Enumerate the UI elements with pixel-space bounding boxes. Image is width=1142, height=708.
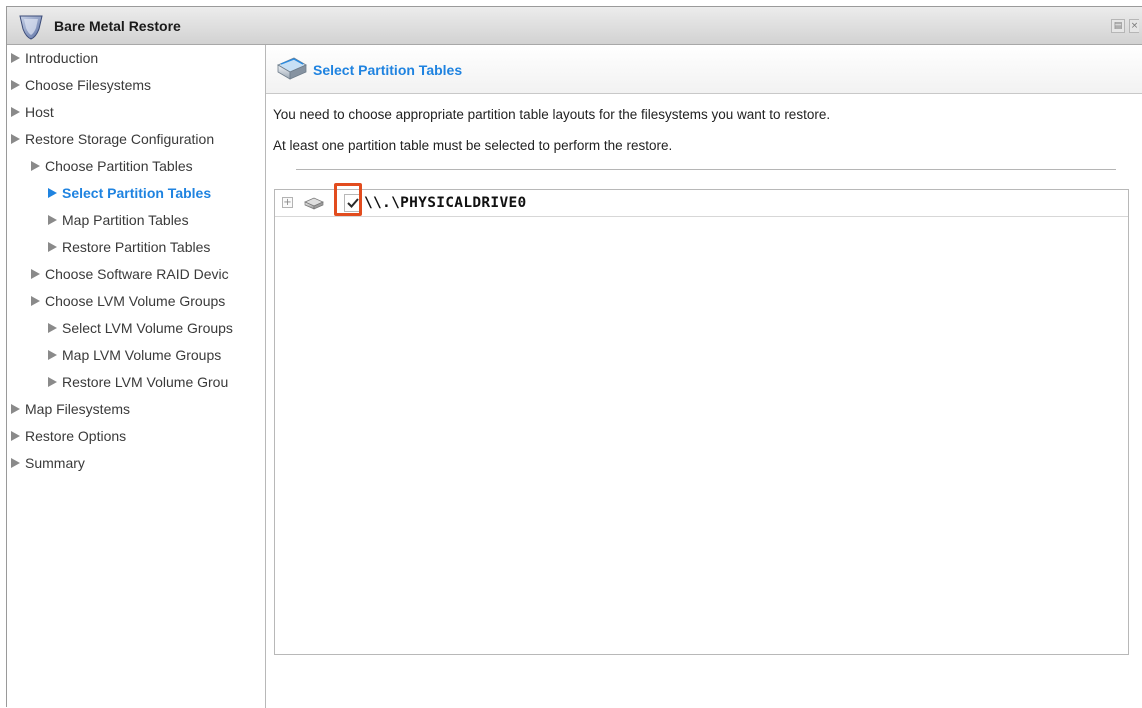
sidebar-item-label: Choose Filesystems [25, 77, 152, 93]
triangle-right-icon [48, 242, 57, 252]
triangle-right-icon [31, 161, 40, 171]
sidebar-item-label: Select LVM Volume Groups [62, 320, 233, 336]
shield-icon [17, 12, 45, 40]
sidebar-item[interactable]: Summary [11, 454, 262, 472]
triangle-right-icon [48, 350, 57, 360]
sidebar-item-label: Choose LVM Volume Groups [45, 293, 226, 309]
sidebar-item-label: Restore Storage Configuration [25, 131, 215, 147]
window-title: Bare Metal Restore [54, 18, 181, 34]
sidebar-item-label: Restore Options [25, 428, 127, 444]
sidebar-item[interactable]: Host [11, 103, 262, 121]
triangle-right-icon [11, 134, 20, 144]
triangle-right-icon [11, 431, 20, 441]
sidebar-item[interactable]: Select Partition Tables [48, 184, 262, 202]
description-line-1: You need to choose appropriate partition… [273, 107, 831, 122]
triangle-right-icon [31, 296, 40, 306]
drive-label: \\.\PHYSICALDRIVE0 [364, 195, 527, 211]
disk-icon [303, 196, 325, 210]
drive-stack-icon [276, 55, 308, 81]
sidebar-item[interactable]: Map Partition Tables [48, 211, 262, 229]
sidebar-item-label: Summary [25, 455, 85, 471]
main-panel: Select Partition Tables You need to choo… [266, 45, 1142, 707]
sidebar-item-label: Choose Partition Tables [45, 158, 193, 174]
sidebar-item[interactable]: Choose Filesystems [11, 76, 262, 94]
sidebar-item-label: Map Filesystems [25, 401, 131, 417]
sidebar-item-label: Select Partition Tables [62, 185, 212, 201]
sidebar-item-label: Restore LVM Volume Grou [62, 374, 229, 390]
sidebar-item[interactable]: Restore Options [11, 427, 262, 445]
triangle-right-icon [48, 323, 57, 333]
triangle-right-icon [11, 80, 20, 90]
tree-row[interactable]: + \\.\PHYSICALDRIVE0 [275, 183, 1128, 217]
sidebar-item-label: Restore Partition Tables [62, 239, 211, 255]
sidebar-item-label: Introduction [25, 50, 99, 66]
triangle-right-icon [48, 215, 57, 225]
sidebar-item[interactable]: Restore Storage Configuration [11, 130, 262, 148]
separator [296, 169, 1116, 170]
sidebar-item[interactable]: Map Filesystems [11, 400, 262, 418]
sidebar-item-label: Map LVM Volume Groups [62, 347, 222, 363]
sidebar-item[interactable]: Select LVM Volume Groups [48, 319, 262, 337]
sidebar-item[interactable]: Map LVM Volume Groups [48, 346, 262, 364]
triangle-right-icon [11, 107, 20, 117]
description-line-2: At least one partition table must be sel… [273, 138, 673, 153]
title-bar: Bare Metal Restore ▤ × [7, 7, 1142, 45]
triangle-right-icon [31, 269, 40, 279]
triangle-right-icon [11, 458, 20, 468]
partition-table-tree: + \\.\PHYSICALDRIVE0 [274, 183, 1129, 655]
triangle-right-icon [48, 377, 57, 387]
sidebar-item-label: Choose Software RAID Devic [45, 266, 229, 282]
sidebar-item[interactable]: Restore Partition Tables [48, 238, 262, 256]
triangle-right-icon [48, 188, 57, 198]
restore-window-button[interactable]: ▤ [1111, 19, 1125, 33]
sidebar-item[interactable]: Choose Partition Tables [31, 157, 262, 175]
page-title: Select Partition Tables [313, 62, 463, 78]
triangle-right-icon [11, 53, 20, 63]
checkbox-highlight [334, 183, 362, 216]
sidebar-item[interactable]: Introduction [11, 49, 262, 67]
sidebar-item-label: Map Partition Tables [62, 212, 189, 228]
close-window-button[interactable]: × [1129, 19, 1139, 33]
page-header: Select Partition Tables [266, 45, 1142, 94]
app-window: Bare Metal Restore ▤ × Introduction Choos… [6, 6, 1142, 708]
sidebar-item[interactable]: Choose Software RAID Devic [31, 265, 262, 283]
sidebar-item[interactable]: Restore LVM Volume Grou [48, 373, 262, 391]
sidebar-item-label: Host [25, 104, 54, 120]
triangle-right-icon [11, 404, 20, 414]
expand-plus-icon[interactable]: + [282, 197, 293, 208]
sidebar-item[interactable]: Choose LVM Volume Groups [31, 292, 262, 310]
navigation-sidebar: Introduction Choose Filesystems Host Restor… [7, 45, 266, 708]
